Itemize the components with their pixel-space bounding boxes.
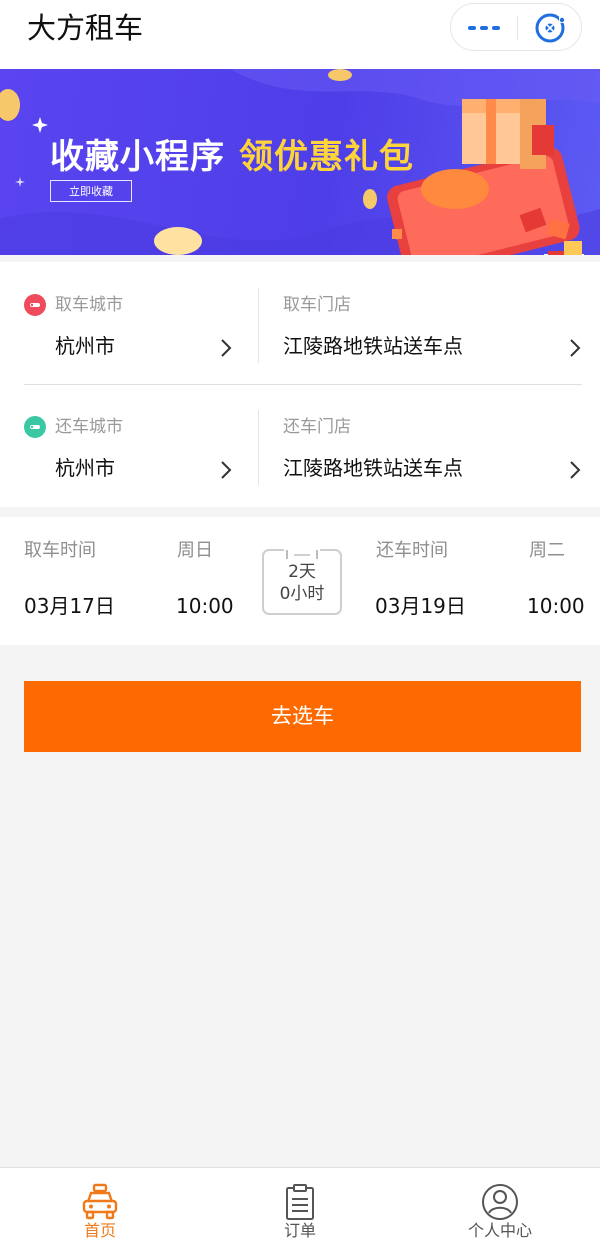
banner-title-main: 收藏小程序 xyxy=(50,137,225,177)
banner-title: 收藏小程序 领优惠礼包 xyxy=(50,129,414,178)
close-button[interactable] xyxy=(517,4,583,52)
return-time-selector[interactable]: 还车时间 周二 03月19日 10:00 xyxy=(350,517,600,645)
chevron-right-icon xyxy=(221,339,232,357)
tab-orders[interactable]: 订单 xyxy=(200,1168,400,1255)
clipboard-icon xyxy=(286,1184,314,1220)
pickup-weekday: 周日 xyxy=(177,540,213,561)
tab-profile[interactable]: 个人中心 xyxy=(400,1168,600,1255)
duration-hours: 0小时 xyxy=(279,584,325,604)
return-city-label: 还车城市 xyxy=(55,417,123,437)
tab-profile-label: 个人中心 xyxy=(467,1221,532,1240)
time-card: 取车时间 周日 03月17日 10:00 2天 0小时 还车时间 周二 03月1… xyxy=(0,517,600,645)
pickup-date: 03月17日 xyxy=(24,594,115,618)
return-time-label: 还车时间 xyxy=(376,540,448,561)
return-store-label: 还车门店 xyxy=(283,417,351,437)
tab-home-label: 首页 xyxy=(83,1221,116,1240)
tab-home[interactable]: 首页 xyxy=(0,1168,200,1255)
return-weekday: 周二 xyxy=(529,540,565,561)
more-dots-icon xyxy=(468,26,500,30)
pickup-city-value: 杭州市 xyxy=(55,334,115,358)
return-city-selector[interactable]: 杭州市 xyxy=(24,446,240,490)
mini-program-header: 大方租车 xyxy=(0,0,600,69)
capsule-menu xyxy=(450,3,582,51)
pickup-dot-icon xyxy=(24,294,46,316)
calendar-ring-icon xyxy=(284,545,320,559)
car-icon xyxy=(82,1183,118,1220)
return-date: 03月19日 xyxy=(375,594,466,618)
chevron-right-icon xyxy=(570,339,581,357)
rental-duration-badge: 2天 0小时 xyxy=(262,545,342,615)
app-title: 大方租车 xyxy=(27,11,144,45)
pickup-store-label: 取车门店 xyxy=(283,295,351,315)
page: 大方租车 收藏小程序 领优惠礼包 立即收藏 取车城市 杭州市 取车门店 江陵路地… xyxy=(0,0,600,1255)
pickup-clock-time: 10:00 xyxy=(176,594,234,618)
duration-days: 2天 xyxy=(288,562,316,582)
row-divider xyxy=(24,384,582,385)
location-card: 取车城市 杭州市 取车门店 江陵路地铁站送车点 还车城市 杭州市 还车门店 江陵… xyxy=(0,262,600,507)
bottom-tab-bar: 首页 订单 个人中心 xyxy=(0,1167,600,1255)
pickup-time-selector[interactable]: 取车时间 周日 03月17日 10:00 xyxy=(0,517,250,645)
chevron-right-icon xyxy=(221,461,232,479)
chevron-right-icon xyxy=(570,461,581,479)
return-store-selector[interactable]: 江陵路地铁站送车点 xyxy=(270,446,590,490)
column-divider xyxy=(258,410,259,485)
more-button[interactable] xyxy=(451,4,517,52)
user-icon xyxy=(482,1184,518,1220)
column-divider xyxy=(258,288,259,363)
pickup-store-selector[interactable]: 江陵路地铁站送车点 xyxy=(270,324,590,368)
banner-title-highlight: 领优惠礼包 xyxy=(239,137,414,177)
return-store-value: 江陵路地铁站送车点 xyxy=(283,456,463,480)
promo-banner[interactable]: 收藏小程序 领优惠礼包 立即收藏 xyxy=(0,69,600,255)
return-dot-icon xyxy=(24,416,46,438)
close-target-icon xyxy=(535,13,565,43)
collect-now-button[interactable]: 立即收藏 xyxy=(50,180,132,202)
return-city-value: 杭州市 xyxy=(55,456,115,480)
return-clock-time: 10:00 xyxy=(527,594,585,618)
tab-orders-label: 订单 xyxy=(283,1221,316,1240)
pickup-time-label: 取车时间 xyxy=(24,540,96,561)
select-car-button[interactable]: 去选车 xyxy=(24,681,581,752)
pickup-city-selector[interactable]: 杭州市 xyxy=(24,324,240,368)
pickup-store-value: 江陵路地铁站送车点 xyxy=(283,334,463,358)
pickup-city-label: 取车城市 xyxy=(55,295,123,315)
